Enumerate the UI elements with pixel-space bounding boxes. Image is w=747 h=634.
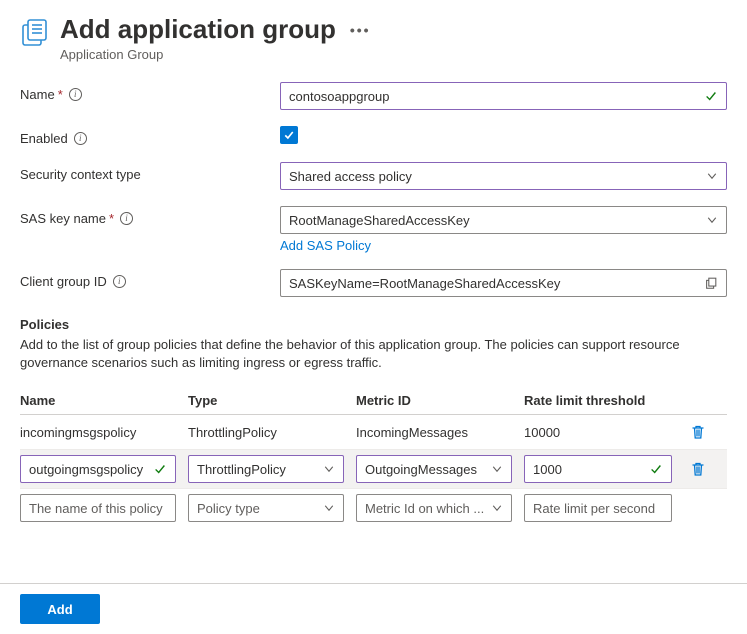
copy-icon[interactable] <box>704 276 718 290</box>
required-marker: * <box>109 211 114 226</box>
sas-key-name-value: RootManageSharedAccessKey <box>289 213 700 228</box>
policy-type-select[interactable]: ThrottlingPolicy <box>188 455 344 483</box>
chevron-down-icon <box>323 502 335 514</box>
enabled-label: Enabled <box>20 131 68 146</box>
app-group-icon <box>20 18 50 51</box>
policy-name-placeholder: The name of this policy <box>29 501 167 516</box>
policy-type-cell: ThrottlingPolicy <box>188 421 356 444</box>
add-sas-policy-link[interactable]: Add SAS Policy <box>280 238 371 253</box>
policy-metric-placeholder: Metric Id on which ... <box>365 501 485 516</box>
policy-name-input[interactable]: The name of this policy <box>20 494 176 522</box>
policy-name-value: outgoingmsgspolicy <box>29 462 147 477</box>
security-context-type-label: Security context type <box>20 167 141 182</box>
chevron-down-icon <box>491 502 503 514</box>
delete-policy-button[interactable] <box>690 461 706 477</box>
client-group-id-input[interactable]: SASKeyName=RootManageSharedAccessKey <box>280 269 727 297</box>
policies-description: Add to the list of group policies that d… <box>20 336 727 371</box>
policy-row: outgoingmsgspolicy ThrottlingPolicy Outg… <box>20 449 727 489</box>
policy-metric-select[interactable]: Metric Id on which ... <box>356 494 512 522</box>
info-icon[interactable]: i <box>113 275 126 288</box>
col-name-header: Name <box>20 393 188 408</box>
name-input-value: contosoappgroup <box>289 89 698 104</box>
col-metric-header: Metric ID <box>356 393 524 408</box>
policies-heading: Policies <box>20 317 727 332</box>
policy-rate-cell: 10000 <box>524 421 684 444</box>
policy-row-new: The name of this policy Policy type Metr… <box>20 489 727 527</box>
policy-rate-value: 1000 <box>533 462 643 477</box>
chevron-down-icon <box>491 463 503 475</box>
page-subtitle: Application Group <box>60 47 371 62</box>
info-icon[interactable]: i <box>120 212 133 225</box>
policy-type-value: ThrottlingPolicy <box>197 462 317 477</box>
col-type-header: Type <box>188 393 356 408</box>
add-button[interactable]: Add <box>20 594 100 624</box>
policy-row: incomingmsgspolicy ThrottlingPolicy Inco… <box>20 415 727 449</box>
policy-name-input[interactable]: outgoingmsgspolicy <box>20 455 176 483</box>
policy-rate-placeholder: Rate limit per second <box>533 501 663 516</box>
info-icon[interactable]: i <box>69 88 82 101</box>
check-icon <box>153 462 167 476</box>
client-group-id-value: SASKeyName=RootManageSharedAccessKey <box>289 276 698 291</box>
enabled-checkbox[interactable] <box>280 126 298 144</box>
client-group-id-label: Client group ID <box>20 274 107 289</box>
policy-name-cell: incomingmsgspolicy <box>20 421 188 444</box>
delete-policy-button[interactable] <box>690 424 706 440</box>
name-input[interactable]: contosoappgroup <box>280 82 727 110</box>
policy-metric-select[interactable]: OutgoingMessages <box>356 455 512 483</box>
required-marker: * <box>58 87 63 102</box>
chevron-down-icon <box>323 463 335 475</box>
chevron-down-icon <box>706 214 718 226</box>
policy-rate-input[interactable]: 1000 <box>524 455 672 483</box>
page-title: Add application group <box>60 14 336 45</box>
security-context-type-select[interactable]: Shared access policy <box>280 162 727 190</box>
policy-metric-value: OutgoingMessages <box>365 462 485 477</box>
check-icon <box>704 89 718 103</box>
name-label: Name <box>20 87 55 102</box>
col-rate-header: Rate limit threshold <box>524 393 684 408</box>
policy-rate-input[interactable]: Rate limit per second <box>524 494 672 522</box>
policy-metric-cell: IncomingMessages <box>356 421 524 444</box>
policy-type-placeholder: Policy type <box>197 501 317 516</box>
info-icon[interactable]: i <box>74 132 87 145</box>
sas-key-name-select[interactable]: RootManageSharedAccessKey <box>280 206 727 234</box>
policy-type-select[interactable]: Policy type <box>188 494 344 522</box>
security-context-type-value: Shared access policy <box>289 169 700 184</box>
more-actions-icon[interactable]: ••• <box>350 22 371 38</box>
chevron-down-icon <box>706 170 718 182</box>
sas-key-name-label: SAS key name <box>20 211 106 226</box>
check-icon <box>649 462 663 476</box>
